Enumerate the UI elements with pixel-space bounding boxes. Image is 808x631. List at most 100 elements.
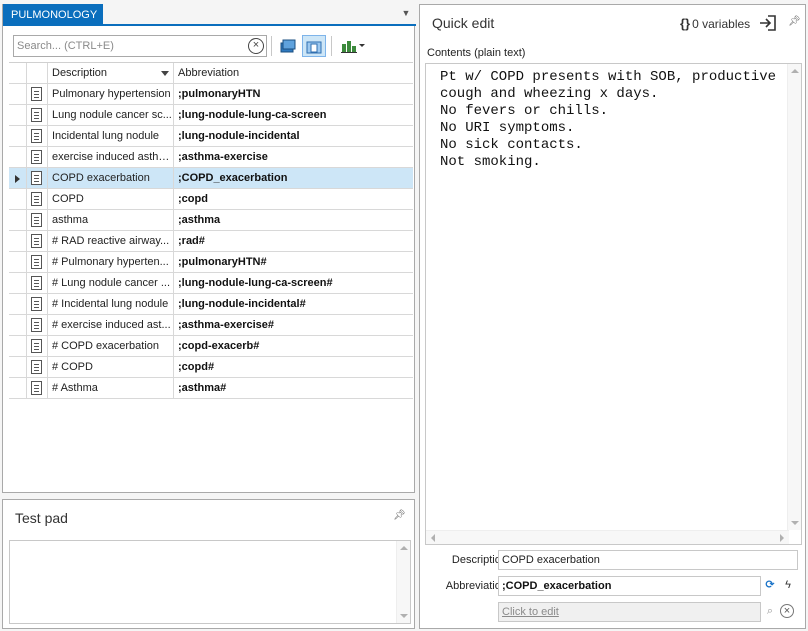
toolbar-separator xyxy=(331,36,332,56)
row-description: COPD xyxy=(48,189,174,210)
phrases-pane: PULMONOLOGY ▼ × Description xyxy=(2,4,416,493)
tab-strip: PULMONOLOGY ▼ xyxy=(3,4,416,26)
row-description: Incidental lung nodule xyxy=(48,126,174,147)
abbreviation-field[interactable] xyxy=(498,576,761,596)
phrases-grid: Description Abbreviation Pulmonary hyper… xyxy=(9,62,413,399)
sort-menu-button[interactable] xyxy=(338,35,368,57)
table-row[interactable]: # Lung nodule cancer ... ;lung-nodule-lun… xyxy=(9,273,413,294)
row-abbreviation: ;asthma-exercise xyxy=(178,151,268,163)
row-indicator xyxy=(9,189,27,210)
test-pad-textarea[interactable] xyxy=(9,540,411,624)
scroll-left-icon[interactable] xyxy=(431,534,435,542)
row-abbreviation: ;rad# xyxy=(178,235,205,247)
row-abbreviation: ;copd-exacerb# xyxy=(178,340,260,352)
document-icon xyxy=(31,297,42,311)
document-icon xyxy=(31,276,42,290)
row-indicator xyxy=(9,84,27,105)
editor-vertical-scrollbar[interactable] xyxy=(787,64,801,530)
search-box: × xyxy=(13,35,267,57)
clear-search-icon[interactable]: × xyxy=(248,38,264,54)
abbreviation-label: Abbreviation: xyxy=(445,580,510,592)
row-abbreviation: ;lung-nodule-incidental# xyxy=(178,298,306,310)
row-abbreviation: ;pulmonaryHTN# xyxy=(178,256,267,268)
row-indicator xyxy=(9,252,27,273)
pin-icon[interactable]: 📌︎ xyxy=(788,16,801,27)
table-row[interactable]: # Pulmonary hyperten... ;pulmonaryHTN# xyxy=(9,252,413,273)
document-icon xyxy=(31,171,42,185)
contents-label: Contents (plain text) xyxy=(427,47,526,59)
contents-editor[interactable]: Pt w/ COPD presents with SOB, productive… xyxy=(425,63,802,545)
document-icon xyxy=(31,108,42,122)
tab-menu-chevron-icon[interactable]: ▼ xyxy=(399,8,413,20)
document-icon xyxy=(31,381,42,395)
scroll-right-icon[interactable] xyxy=(780,534,784,542)
contents-text[interactable]: Pt w/ COPD presents with SOB, productive… xyxy=(440,69,780,171)
scroll-down-icon[interactable] xyxy=(400,614,408,618)
document-icon xyxy=(31,129,42,143)
search-id-icon[interactable]: ⌕ xyxy=(762,604,778,620)
row-indicator xyxy=(9,315,27,336)
table-row[interactable]: # COPD exacerbation ;copd-exacerb# xyxy=(9,336,413,357)
table-row[interactable]: Lung nodule cancer sc... ;lung-nodule-lun… xyxy=(9,105,413,126)
table-row[interactable]: # RAD reactive airway... ;rad# xyxy=(9,231,413,252)
grid-body: Pulmonary hypertension ;pulmonaryHTN Lung … xyxy=(9,84,413,399)
lightning-icon[interactable]: ϟ xyxy=(780,578,796,594)
row-abbreviation: ;lung-nodule-lung-ca-screen xyxy=(178,109,327,121)
table-row[interactable]: # Incidental lung nodule ;lung-nodule-inc… xyxy=(9,294,413,315)
table-row[interactable]: COPD exacerbation ;COPD_exacerbation xyxy=(9,168,413,189)
test-pad-scrollbar[interactable] xyxy=(396,541,410,623)
column-header-description[interactable]: Description xyxy=(48,63,174,84)
variables-count: 0 variables xyxy=(692,17,751,31)
row-description: exercise induced asthma xyxy=(48,147,174,168)
tab-pulmonology[interactable]: PULMONOLOGY xyxy=(3,4,103,26)
scroll-up-icon[interactable] xyxy=(400,546,408,550)
row-indicator xyxy=(9,273,27,294)
search-input[interactable] xyxy=(17,38,243,54)
clear-id-icon[interactable]: × xyxy=(780,604,794,618)
row-indicator xyxy=(9,168,27,189)
document-icon xyxy=(31,87,42,101)
scroll-up-icon[interactable] xyxy=(791,69,799,73)
row-indicator xyxy=(9,147,27,168)
books-icon xyxy=(280,39,296,53)
pin-icon[interactable]: 📌︎ xyxy=(393,510,406,521)
row-description: # Pulmonary hyperten... xyxy=(48,252,174,273)
document-icon xyxy=(31,234,42,248)
row-description: Pulmonary hypertension xyxy=(48,84,174,105)
sort-filter-icon[interactable] xyxy=(161,71,169,76)
row-description: # exercise induced ast... xyxy=(48,315,174,336)
document-icon xyxy=(31,150,42,164)
document-icon xyxy=(31,255,42,269)
column-header-abbreviation[interactable]: Abbreviation xyxy=(174,63,413,84)
show-folder-button[interactable] xyxy=(302,35,326,57)
row-abbreviation: ;asthma# xyxy=(178,382,227,394)
table-row[interactable]: # COPD ;copd# xyxy=(9,357,413,378)
table-row[interactable]: Incidental lung nodule ;lung-nodule-incid… xyxy=(9,126,413,147)
row-description: asthma xyxy=(48,210,174,231)
variables-indicator[interactable]: {} 0 variables xyxy=(680,16,750,31)
id-label: Id: xyxy=(420,606,510,618)
row-description: # COPD exacerbation xyxy=(48,336,174,357)
chart-dropdown-icon xyxy=(341,41,365,53)
insert-icon[interactable] xyxy=(759,15,777,34)
row-description: Lung nodule cancer sc... xyxy=(48,105,174,126)
description-field[interactable] xyxy=(498,550,798,570)
scroll-down-icon[interactable] xyxy=(791,521,799,525)
quick-edit-title: Quick edit xyxy=(432,15,495,31)
folder-doc-icon xyxy=(306,41,322,54)
row-abbreviation: ;lung-nodule-incidental xyxy=(178,130,300,142)
editor-horizontal-scrollbar[interactable] xyxy=(426,530,789,544)
table-row[interactable]: # Asthma ;asthma# xyxy=(9,378,413,399)
document-icon xyxy=(31,339,42,353)
id-field[interactable]: Click to edit xyxy=(498,602,761,622)
table-row[interactable]: COPD ;copd xyxy=(9,189,413,210)
table-row[interactable]: exercise induced asthma ;asthma-exercise xyxy=(9,147,413,168)
collapse-all-button[interactable] xyxy=(276,35,300,57)
table-row[interactable]: Pulmonary hypertension ;pulmonaryHTN xyxy=(9,84,413,105)
table-row[interactable]: # exercise induced ast... ;asthma-exercis… xyxy=(9,315,413,336)
insert-arrow-icon xyxy=(760,15,776,31)
toolbar-separator xyxy=(271,36,272,56)
table-row[interactable]: asthma ;asthma xyxy=(9,210,413,231)
document-icon xyxy=(31,360,42,374)
refresh-icon[interactable]: ⟳ xyxy=(762,578,778,594)
